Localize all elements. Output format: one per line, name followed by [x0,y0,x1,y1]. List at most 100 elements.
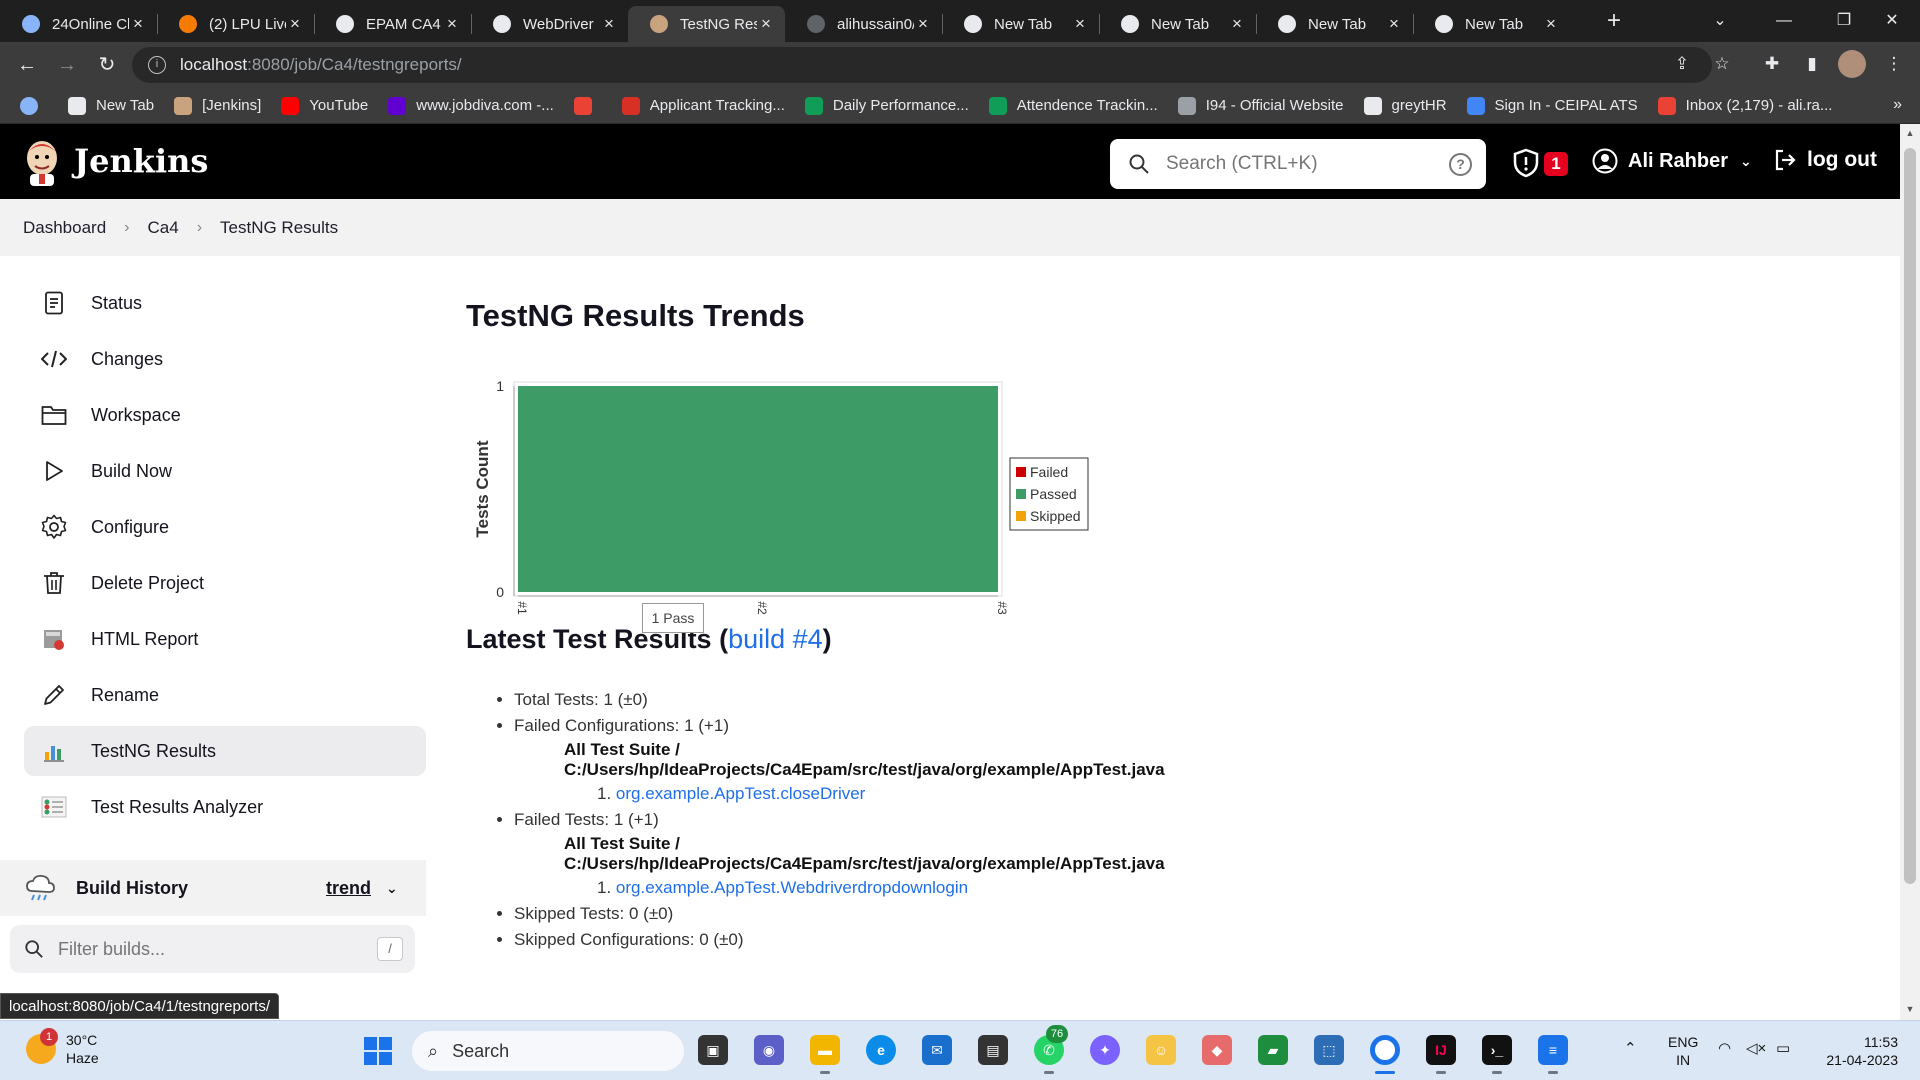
edge-icon[interactable]: e [866,1035,896,1065]
failed-config-link[interactable]: org.example.AppTest.closeDriver [616,784,865,803]
bookmark-item[interactable]: [Jenkins] [174,96,261,115]
task-view-icon[interactable]: ▣ [698,1035,728,1065]
windows-start-icon[interactable] [364,1037,392,1065]
breadcrumb-dashboard[interactable]: Dashboard [23,218,106,238]
help-icon[interactable]: ? [1449,153,1472,176]
wifi-icon[interactable]: ◠ [1718,1039,1731,1057]
bookmark-item[interactable]: YouTube [281,96,368,115]
filter-builds-box[interactable]: / [10,925,415,973]
system-clock[interactable]: 11:53 21-04-2023 [1818,1033,1898,1069]
browser-tab[interactable]: New Tab × [942,6,1099,42]
sticky-folder-icon[interactable]: ☺ [1146,1035,1176,1065]
apps-icon[interactable] [20,96,48,115]
weather-widget[interactable]: 1 30°C Haze [26,1028,99,1067]
breadcrumb-ca4[interactable]: Ca4 [148,218,179,238]
input-language[interactable]: ENG IN [1668,1033,1698,1069]
sidebar-item-changes[interactable]: Changes [24,334,426,384]
address-bar[interactable]: i localhost:8080/job/Ca4/testngreports/ [132,47,1712,83]
tab-close-icon[interactable]: × [600,14,618,34]
bookmark-item[interactable]: New Tab [68,96,154,115]
build-history-label[interactable]: Build History [76,878,188,899]
tab-close-icon[interactable]: × [914,14,932,34]
browser-tab[interactable]: (2) LPU Live × [157,6,314,42]
browser-tab[interactable]: New Tab × [1256,6,1413,42]
notes-app-icon[interactable]: ▤ [978,1035,1008,1065]
tab-close-icon[interactable]: × [443,14,461,34]
bookmark-item[interactable]: Sign In - CEIPAL ATS [1466,96,1638,115]
sidebar-item-status[interactable]: Status [24,278,426,328]
bookmark-item[interactable]: greytHR [1363,96,1447,115]
search-box[interactable]: ? [1110,139,1486,189]
intellij-idea-icon[interactable]: IJ [1426,1035,1456,1065]
bookmark-item[interactable]: I94 - Official Website [1177,96,1344,115]
browser-tab[interactable]: TestNG Res × [628,6,785,42]
bookmark-item[interactable]: Applicant Tracking... [621,96,785,115]
browser-tab[interactable]: New Tab × [1099,6,1256,42]
copilot-icon[interactable]: ✦ [1090,1035,1120,1065]
build-link[interactable]: build #4 [728,624,823,654]
tab-close-icon[interactable]: × [286,14,304,34]
extensions-icon[interactable]: ✚ [1758,50,1786,78]
chat-app-icon[interactable]: ▰ [1258,1035,1288,1065]
profile-avatar[interactable] [1838,50,1866,78]
terminal-icon[interactable]: ›_ [1482,1035,1512,1065]
jenkins-logo-icon[interactable] [20,138,64,186]
sidebar-item-testng-results[interactable]: TestNG Results [24,726,426,776]
sidebar-item-delete-project[interactable]: Delete Project [24,558,426,608]
bookmark-star-icon[interactable]: ☆ [1708,50,1736,78]
bookmark-item[interactable]: Inbox (2,179) - ali.ra... [1657,96,1832,115]
sidebar-item-configure[interactable]: Configure [24,502,426,552]
teams-chat-icon[interactable]: ◉ [754,1035,784,1065]
minimize-button[interactable]: — [1754,6,1814,36]
search-input[interactable] [1166,153,1456,175]
scroll-up-icon[interactable]: ▲ [1904,128,1916,138]
share-icon[interactable]: ⇪ [1668,50,1696,78]
sidebar-item-html-report[interactable]: HTML Report [24,614,426,664]
bookmark-item[interactable]: www.jobdiva.com -... [388,96,554,115]
speaker-muted-icon[interactable]: ◁× [1746,1039,1766,1057]
sidebar-item-test-results-analyzer[interactable]: Test Results Analyzer [24,782,426,832]
browser-tab[interactable]: New Tab × [1413,6,1570,42]
reload-button[interactable]: ↻ [92,50,122,80]
chrome-icon[interactable] [1370,1035,1400,1065]
sidebar-item-rename[interactable]: Rename [24,670,426,720]
forward-button[interactable]: → [52,50,82,80]
browser-tab[interactable]: 24Online Cl × [0,6,157,42]
tab-search-icon[interactable]: ⌄ [1690,6,1750,36]
battery-icon[interactable]: ▭ [1776,1039,1790,1057]
browser-tab[interactable]: alihussain0/× [785,6,942,42]
colorful-app-icon[interactable]: ◆ [1202,1035,1232,1065]
sidebar-item-build-now[interactable]: Build Now [24,446,426,496]
jenkins-title[interactable]: Jenkins [74,142,208,180]
failed-test-link[interactable]: org.example.AppTest.Webdriverdropdownlog… [616,878,968,897]
side-panel-icon[interactable]: ▮ [1798,50,1826,78]
tab-close-icon[interactable]: × [1228,14,1246,34]
security-count-badge[interactable]: 1 [1544,152,1568,176]
more-bookmarks-icon[interactable]: » [1893,96,1902,114]
scroll-down-icon[interactable]: ▼ [1904,1004,1916,1014]
security-shield-icon[interactable] [1512,148,1540,178]
tab-close-icon[interactable]: × [757,14,775,34]
tab-close-icon[interactable]: × [1071,14,1089,34]
close-window-button[interactable]: ✕ [1862,6,1920,36]
mail-icon[interactable]: ✉ [922,1035,952,1065]
browser-tab[interactable]: WebDriver × [471,6,628,42]
scrollbar-thumb[interactable] [1904,148,1916,884]
tab-close-icon[interactable]: × [1385,14,1403,34]
bookmark-item[interactable] [573,96,602,115]
network-app-icon[interactable]: ⬚ [1314,1035,1344,1065]
show-hidden-icons[interactable]: ⌃ [1624,1039,1637,1057]
tab-close-icon[interactable]: × [129,14,147,34]
menu-icon[interactable]: ⋮ [1880,50,1908,78]
bookmark-item[interactable]: Attendence Trackin... [988,96,1158,115]
logout-link[interactable]: log out [1773,148,1877,172]
breadcrumb-testng-results[interactable]: TestNG Results [220,218,338,238]
new-tab-button[interactable]: + [1600,8,1628,36]
chevron-down-icon[interactable]: ⌄ [386,880,398,897]
filter-builds-input[interactable] [58,938,358,960]
browser-tab[interactable]: EPAM CA4 × [314,6,471,42]
back-button[interactable]: ← [12,50,42,80]
page-scrollbar[interactable]: ▲ ▼ [1900,124,1920,1020]
file-explorer-icon[interactable]: ▬ [810,1035,840,1065]
user-menu[interactable]: Ali Rahber ⌄ [1592,148,1752,174]
